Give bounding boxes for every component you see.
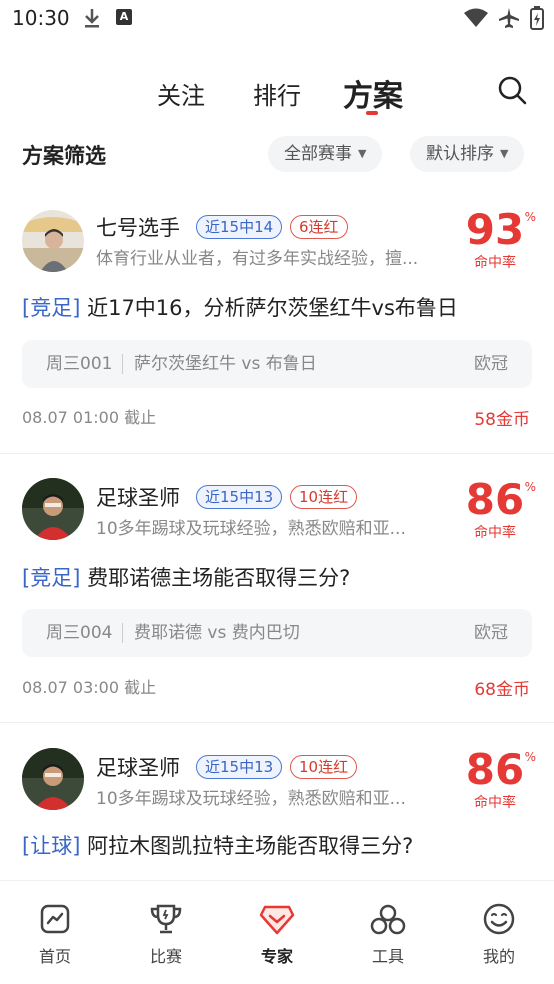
nav-matches-label: 比赛 — [149, 947, 182, 966]
filter-title: 方案筛选 — [22, 144, 106, 168]
streak-badge: 6连红 — [290, 215, 348, 239]
wifi-icon — [464, 8, 488, 27]
status-icons — [464, 6, 544, 30]
sort-label: 默认排序 — [426, 144, 494, 164]
match-teams: 萨尔茨堡红牛 vs 布鲁日 — [134, 354, 317, 374]
nav-home-label: 首页 — [38, 947, 71, 966]
download-icon — [85, 9, 99, 28]
airplane-icon — [499, 8, 519, 28]
record-badge: 近15中14 — [196, 215, 283, 239]
filter-row: 方案筛选 全部赛事 ▼ 默认排序 ▼ — [0, 136, 554, 174]
plan-title-text: 阿拉木图凯拉特主场能否取得三分? — [87, 834, 414, 858]
plan-card[interactable]: 七号选手 近15中14 6连红 体育行业从业者，有过多年实战经验，擅... 93… — [0, 206, 554, 452]
hit-rate: 93 % 命中率 — [460, 205, 536, 272]
nav-mine-label: 我的 — [482, 947, 515, 966]
hit-rate-unit: % — [524, 750, 536, 764]
dropdown-arrow-icon: ▼ — [500, 147, 509, 160]
plan-title-text: 近17中16，分析萨尔茨堡红牛vs布鲁日 — [87, 296, 458, 320]
plan-tag: [竞足] — [22, 296, 81, 320]
match-code: 周三001 — [46, 354, 113, 374]
app-a-icon: A — [116, 9, 132, 25]
plan-title[interactable]: [竞足] 近17中16，分析萨尔茨堡红牛vs布鲁日 — [22, 292, 458, 322]
match-separator — [122, 354, 123, 374]
trophy-icon — [150, 904, 182, 934]
hit-rate-unit: % — [524, 480, 536, 494]
record-badge: 近15中13 — [196, 485, 283, 509]
top-tabs: 关注 排行 方案 — [0, 72, 554, 116]
match-code: 周三004 — [46, 623, 113, 643]
card-divider — [0, 453, 554, 454]
hit-rate: 86 % 命中率 — [460, 475, 536, 542]
expert-description: 10多年踢球及玩球经验，熟悉欧赔和亚... — [96, 519, 406, 539]
search-icon[interactable] — [497, 75, 527, 105]
active-tab-indicator — [366, 111, 378, 115]
competition-filter-label: 全部赛事 — [284, 144, 352, 164]
expert-description: 10多年踢球及玩球经验，熟悉欧赔和亚... — [96, 789, 406, 809]
hit-rate-value: 86 — [465, 475, 525, 524]
hit-rate-label: 命中率 — [474, 255, 516, 271]
plan-card[interactable]: 足球圣师 近15中13 10连红 10多年踢球及玩球经验，熟悉欧赔和亚... 8… — [0, 746, 554, 880]
tab-follow[interactable]: 关注 — [157, 76, 205, 111]
expert-avatar[interactable] — [22, 748, 84, 810]
tab-plans[interactable]: 方案 — [343, 71, 403, 115]
plan-tag: [让球] — [22, 834, 81, 858]
competition-filter-dropdown[interactable]: 全部赛事 ▼ — [268, 136, 383, 172]
battery-icon — [530, 6, 544, 30]
hit-rate: 86 % 命中率 — [460, 745, 536, 812]
match-league: 欧冠 — [474, 354, 508, 374]
bottom-nav: 首页 比赛 专家 工具 我的 — [0, 880, 554, 984]
sort-dropdown[interactable]: 默认排序 ▼ — [410, 136, 525, 172]
hit-rate-value: 93 — [465, 205, 525, 254]
nav-mine[interactable]: 我的 — [459, 903, 539, 967]
deadline: 08.07 01:00 截止 — [22, 408, 157, 427]
nav-home[interactable]: 首页 — [15, 903, 95, 967]
expert-gem-icon — [259, 905, 295, 935]
nav-tools[interactable]: 工具 — [348, 903, 428, 967]
match-teams: 费耶诺德 vs 费内巴切 — [134, 623, 300, 643]
match-info[interactable]: 周三004 费耶诺德 vs 费内巴切 欧冠 — [22, 609, 532, 657]
deadline: 08.07 03:00 截止 — [22, 678, 157, 697]
status-time: 10:30 — [12, 6, 70, 30]
plan-title[interactable]: [让球] 阿拉木图凯拉特主场能否取得三分? — [22, 830, 413, 860]
hit-rate-label: 命中率 — [474, 525, 516, 541]
dropdown-arrow-icon: ▼ — [358, 147, 367, 160]
expert-avatar[interactable] — [22, 210, 84, 272]
expert-avatar[interactable] — [22, 478, 84, 540]
tab-ranking[interactable]: 排行 — [253, 76, 301, 111]
price: 58金币 — [474, 410, 530, 430]
streak-badge: 10连红 — [290, 485, 358, 509]
hit-rate-value: 86 — [465, 745, 525, 794]
nav-experts-label: 专家 — [260, 947, 293, 966]
plan-card[interactable]: 足球圣师 近15中13 10连红 10多年踢球及玩球经验，熟悉欧赔和亚... 8… — [0, 476, 554, 722]
match-league: 欧冠 — [474, 623, 508, 643]
match-info[interactable]: 周三001 萨尔茨堡红牛 vs 布鲁日 欧冠 — [22, 340, 532, 388]
expert-name[interactable]: 足球圣师 — [96, 752, 180, 782]
status-bar: 10:30 A — [0, 0, 554, 38]
hit-rate-unit: % — [524, 210, 536, 224]
expert-name[interactable]: 七号选手 — [96, 212, 180, 242]
plan-title[interactable]: [竞足] 费耶诺德主场能否取得三分? — [22, 562, 350, 592]
tools-circles-icon — [370, 904, 406, 935]
home-chart-icon — [40, 904, 70, 934]
plan-tag: [竞足] — [22, 566, 81, 590]
hit-rate-label: 命中率 — [474, 795, 516, 811]
nav-matches[interactable]: 比赛 — [126, 903, 206, 967]
nav-tools-label: 工具 — [371, 947, 404, 966]
expert-description: 体育行业从业者，有过多年实战经验，擅... — [96, 249, 419, 269]
record-badge: 近15中13 — [196, 755, 283, 779]
card-divider — [0, 722, 554, 723]
plan-title-text: 费耶诺德主场能否取得三分? — [87, 566, 351, 590]
smiley-icon — [483, 903, 515, 935]
nav-experts[interactable]: 专家 — [237, 903, 317, 967]
match-separator — [122, 623, 123, 643]
expert-name[interactable]: 足球圣师 — [96, 482, 180, 512]
price: 68金币 — [474, 680, 530, 700]
streak-badge: 10连红 — [290, 755, 358, 779]
